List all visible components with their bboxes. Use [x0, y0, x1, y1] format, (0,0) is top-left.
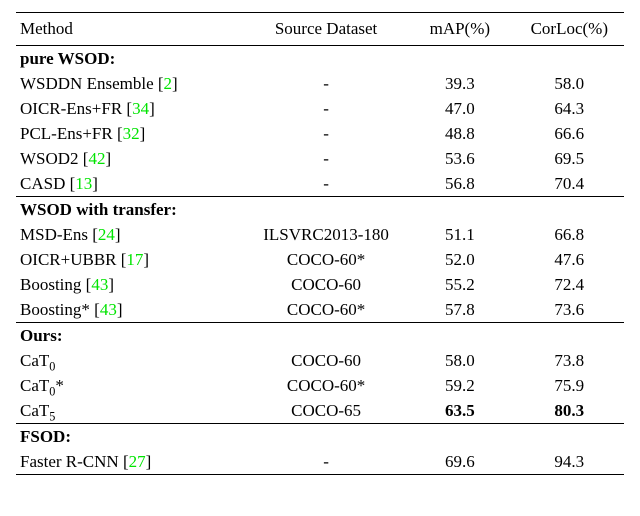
- citation-number[interactable]: 17: [126, 250, 143, 269]
- section-label: pure WSOD:: [16, 46, 624, 72]
- cell-source: COCO-65: [247, 398, 405, 424]
- cell-corloc: 47.6: [515, 247, 624, 272]
- cell-corloc: 94.3: [515, 449, 624, 475]
- table-row: WSDDN Ensemble [2]-39.358.0: [16, 71, 624, 96]
- cell-corloc: 80.3: [515, 398, 624, 424]
- section-row: WSOD with transfer:: [16, 197, 624, 223]
- cell-map: 47.0: [405, 96, 514, 121]
- cell-source: ILSVRC2013-180: [247, 222, 405, 247]
- citation-number[interactable]: 43: [100, 300, 117, 319]
- table-row: WSOD2 [42]-53.669.5: [16, 146, 624, 171]
- cell-map: 48.8: [405, 121, 514, 146]
- cell-source: COCO-60: [247, 348, 405, 373]
- cell-source: -: [247, 96, 405, 121]
- section-label: WSOD with transfer:: [16, 197, 624, 223]
- table-header-row: Method Source Dataset mAP(%) CorLoc(%): [16, 13, 624, 46]
- cell-source: COCO-60: [247, 272, 405, 297]
- cell-corloc: 75.9: [515, 373, 624, 398]
- col-corloc: CorLoc(%): [515, 13, 624, 46]
- citation-number[interactable]: 34: [132, 99, 149, 118]
- cell-source: -: [247, 71, 405, 96]
- col-method: Method: [16, 13, 247, 46]
- section-row: FSOD:: [16, 424, 624, 450]
- cell-method: PCL-Ens+FR [32]: [16, 121, 247, 146]
- table-row: Boosting [43]COCO-6055.272.4: [16, 272, 624, 297]
- section-row: pure WSOD:: [16, 46, 624, 72]
- cell-corloc: 70.4: [515, 171, 624, 197]
- cell-method: CASD [13]: [16, 171, 247, 197]
- cell-method: MSD-Ens [24]: [16, 222, 247, 247]
- cell-corloc: 73.8: [515, 348, 624, 373]
- cell-map: 52.0: [405, 247, 514, 272]
- cell-method: Boosting* [43]: [16, 297, 247, 323]
- table-row: CASD [13]-56.870.4: [16, 171, 624, 197]
- citation-number[interactable]: 32: [123, 124, 140, 143]
- citation-number[interactable]: 27: [129, 452, 146, 471]
- cell-method: CaT0: [16, 348, 247, 373]
- cell-map: 63.5: [405, 398, 514, 424]
- section-label: Ours:: [16, 323, 624, 349]
- cell-method: OICR+UBBR [17]: [16, 247, 247, 272]
- cell-map: 69.6: [405, 449, 514, 475]
- table-row: CaT0*COCO-60*59.275.9: [16, 373, 624, 398]
- cell-method: WSOD2 [42]: [16, 146, 247, 171]
- citation-number[interactable]: 42: [88, 149, 105, 168]
- cell-method: Faster R-CNN [27]: [16, 449, 247, 475]
- cell-method: Boosting [43]: [16, 272, 247, 297]
- cell-map: 39.3: [405, 71, 514, 96]
- table-row: MSD-Ens [24]ILSVRC2013-18051.166.8: [16, 222, 624, 247]
- table-row: CaT5COCO-6563.580.3: [16, 398, 624, 424]
- table-row: CaT0COCO-6058.073.8: [16, 348, 624, 373]
- cell-corloc: 66.6: [515, 121, 624, 146]
- cell-method: OICR-Ens+FR [34]: [16, 96, 247, 121]
- table-row: OICR-Ens+FR [34]-47.064.3: [16, 96, 624, 121]
- results-table: Method Source Dataset mAP(%) CorLoc(%) p…: [16, 12, 624, 475]
- cell-source: COCO-60*: [247, 247, 405, 272]
- cell-source: COCO-60*: [247, 373, 405, 398]
- cell-corloc: 58.0: [515, 71, 624, 96]
- cell-map: 53.6: [405, 146, 514, 171]
- cell-map: 51.1: [405, 222, 514, 247]
- cell-corloc: 64.3: [515, 96, 624, 121]
- col-source: Source Dataset: [247, 13, 405, 46]
- cell-map: 56.8: [405, 171, 514, 197]
- cell-corloc: 72.4: [515, 272, 624, 297]
- citation-number[interactable]: 24: [98, 225, 115, 244]
- cell-map: 59.2: [405, 373, 514, 398]
- cell-map: 57.8: [405, 297, 514, 323]
- cell-source: -: [247, 146, 405, 171]
- table-row: Faster R-CNN [27]-69.694.3: [16, 449, 624, 475]
- cell-source: -: [247, 171, 405, 197]
- cell-corloc: 66.8: [515, 222, 624, 247]
- table-row: Boosting* [43]COCO-60*57.873.6: [16, 297, 624, 323]
- citation-number[interactable]: 13: [75, 174, 92, 193]
- cell-map: 58.0: [405, 348, 514, 373]
- cell-method: WSDDN Ensemble [2]: [16, 71, 247, 96]
- cell-corloc: 69.5: [515, 146, 624, 171]
- cell-method: CaT0*: [16, 373, 247, 398]
- table-row: OICR+UBBR [17]COCO-60*52.047.6: [16, 247, 624, 272]
- citation-number[interactable]: 43: [91, 275, 108, 294]
- section-label: FSOD:: [16, 424, 624, 450]
- cell-source: -: [247, 449, 405, 475]
- col-map: mAP(%): [405, 13, 514, 46]
- citation-number[interactable]: 2: [164, 74, 173, 93]
- section-row: Ours:: [16, 323, 624, 349]
- cell-map: 55.2: [405, 272, 514, 297]
- cell-source: -: [247, 121, 405, 146]
- table-row: PCL-Ens+FR [32]-48.866.6: [16, 121, 624, 146]
- cell-source: COCO-60*: [247, 297, 405, 323]
- cell-method: CaT5: [16, 398, 247, 424]
- cell-corloc: 73.6: [515, 297, 624, 323]
